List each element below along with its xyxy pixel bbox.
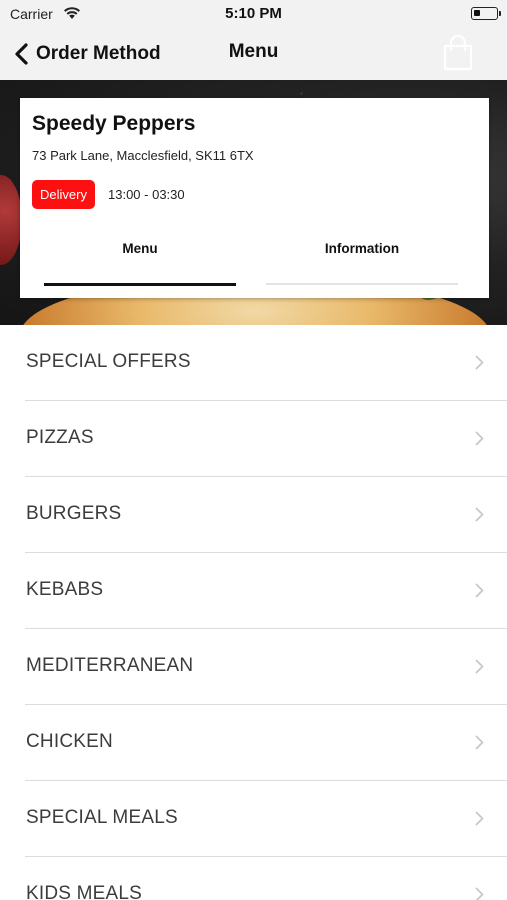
opening-hours: 13:00 - 03:30	[108, 187, 185, 202]
delivery-badge: Delivery	[32, 180, 95, 209]
tab-active-indicator	[44, 283, 236, 286]
category-mediterranean[interactable]: MEDITERRANEAN	[0, 629, 507, 705]
status-time: 5:10 PM	[225, 5, 282, 22]
status-bar: Carrier 5:10 PM	[0, 0, 507, 28]
chevron-right-icon	[475, 583, 484, 598]
category-kebabs[interactable]: KEBABS	[0, 553, 507, 629]
shopping-bag-icon	[443, 34, 473, 71]
category-label: KEBABS	[26, 579, 104, 600]
category-special-meals[interactable]: SPECIAL MEALS	[0, 781, 507, 857]
chevron-right-icon	[475, 735, 484, 750]
tab-information-label: Information	[324, 241, 400, 256]
chevron-left-icon	[15, 43, 28, 65]
restaurant-address: 73 Park Lane, Macclesfield, SK11 6TX	[32, 148, 254, 163]
category-label: SPECIAL MEALS	[26, 807, 178, 828]
hero-texture	[300, 92, 303, 95]
category-burgers[interactable]: BURGERS	[0, 477, 507, 553]
chevron-right-icon	[475, 507, 484, 522]
tab-inactive-indicator	[266, 283, 458, 285]
tab-information[interactable]: Information	[266, 238, 458, 288]
restaurant-info-card: Speedy Peppers 73 Park Lane, Macclesfiel…	[20, 98, 489, 298]
category-label: SPECIAL OFFERS	[26, 351, 191, 372]
category-special-offers[interactable]: SPECIAL OFFERS	[0, 325, 507, 401]
category-kids-meals[interactable]: KIDS MEALS	[0, 857, 507, 900]
menu-category-list: SPECIAL OFFERS PIZZAS BURGERS KEBABS MED…	[0, 325, 507, 900]
tab-menu[interactable]: Menu	[44, 238, 236, 288]
battery-icon	[471, 7, 501, 20]
battery-level	[474, 10, 480, 16]
chevron-right-icon	[475, 887, 484, 900]
back-button-label: Order Method	[36, 43, 161, 64]
chevron-right-icon	[475, 355, 484, 370]
chevron-right-icon	[475, 431, 484, 446]
category-label: BURGERS	[26, 503, 122, 524]
category-pizzas[interactable]: PIZZAS	[0, 401, 507, 477]
category-label: PIZZAS	[26, 427, 94, 448]
back-button[interactable]: Order Method	[12, 38, 161, 70]
restaurant-name: Speedy Peppers	[32, 112, 196, 135]
cart-button[interactable]	[442, 34, 474, 72]
chevron-right-icon	[475, 811, 484, 826]
category-label: KIDS MEALS	[26, 883, 143, 900]
chevron-right-icon	[475, 659, 484, 674]
category-label: MEDITERRANEAN	[26, 655, 194, 676]
tomato-decoration	[0, 175, 22, 265]
category-chicken[interactable]: CHICKEN	[0, 705, 507, 781]
category-label: CHICKEN	[26, 731, 113, 752]
navigation-bar: Order Method Menu	[0, 28, 507, 80]
tab-menu-label: Menu	[122, 241, 158, 256]
